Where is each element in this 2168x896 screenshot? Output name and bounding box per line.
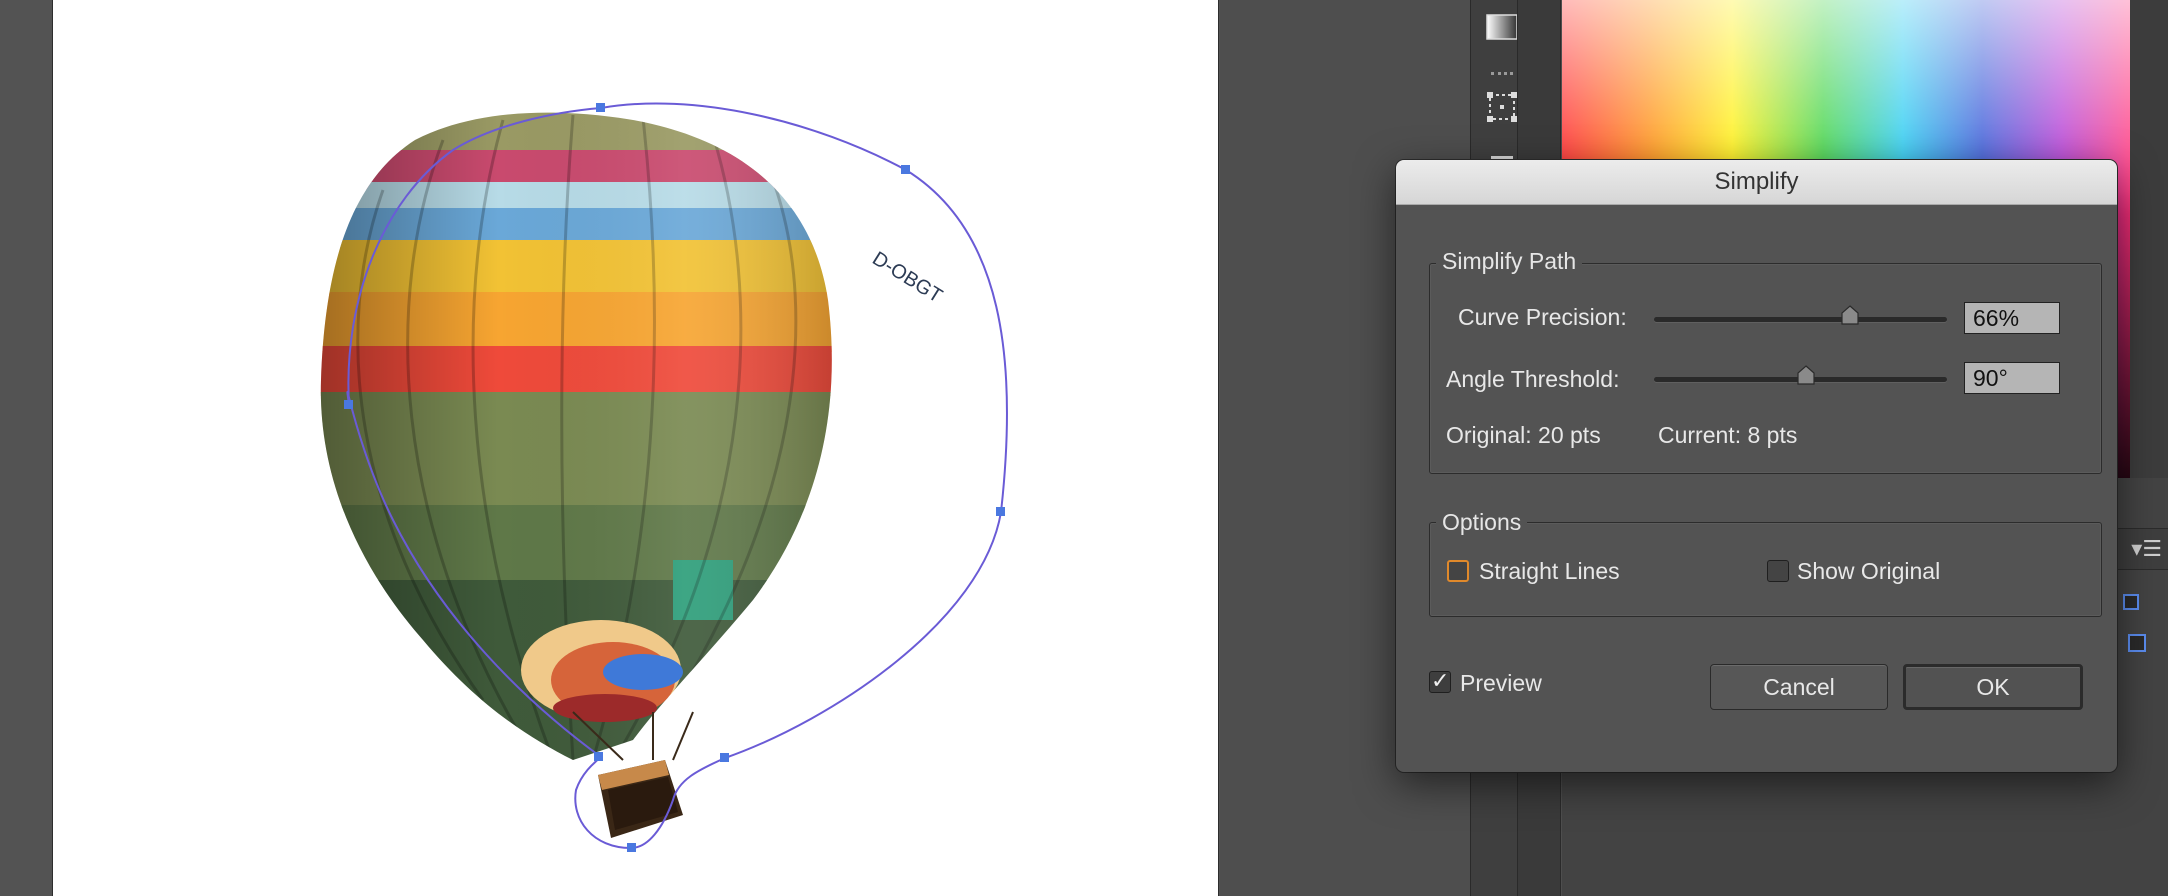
preview-label[interactable]: Preview	[1460, 670, 1542, 697]
spectrum-side-bar	[2130, 0, 2168, 478]
balloon-registration-text: D-OBGT	[868, 248, 946, 308]
gradient-icon	[1485, 13, 1519, 46]
simplify-path-group-label: Simplify Path	[1436, 248, 1583, 275]
original-points-text: Original: 20 pts	[1446, 422, 1601, 448]
dialog-title[interactable]: Simplify	[1396, 160, 2117, 205]
curve-precision-slider-thumb[interactable]	[1841, 305, 1859, 325]
angle-threshold-value[interactable]: 90°	[1964, 362, 2060, 394]
cancel-button[interactable]: Cancel	[1710, 664, 1888, 710]
transform-icon	[1485, 90, 1519, 129]
straight-lines-checkbox[interactable]	[1447, 560, 1469, 582]
artboard[interactable]: D-OBGT	[52, 0, 1219, 896]
layer-target-icon[interactable]	[2123, 594, 2139, 610]
simplify-dialog: Simplify Simplify Path Curve Precision: …	[1396, 160, 2117, 772]
hamburger-menu-icon[interactable]: ▾☰	[2131, 536, 2162, 562]
checkmark-icon: ✓	[1431, 668, 1450, 693]
ok-button-label: OK	[1976, 673, 2010, 700]
ok-button[interactable]: OK	[1903, 664, 2083, 710]
curve-precision-label: Curve Precision:	[1458, 304, 1627, 330]
curve-precision-value[interactable]: 66%	[1964, 302, 2060, 334]
cancel-button-label: Cancel	[1763, 673, 1835, 700]
straight-lines-label[interactable]: Straight Lines	[1479, 558, 1620, 585]
show-original-label[interactable]: Show Original	[1797, 558, 1940, 585]
panel-grip[interactable]	[1491, 72, 1513, 79]
show-original-checkbox[interactable]	[1767, 560, 1789, 582]
artwork-canvas[interactable]: D-OBGT	[53, 0, 1218, 896]
curve-precision-slider[interactable]	[1654, 317, 1947, 322]
angle-threshold-label: Angle Threshold:	[1446, 366, 1620, 392]
current-points-text: Current: 8 pts	[1658, 422, 1798, 448]
options-group-label: Options	[1436, 509, 1528, 536]
preview-checkbox[interactable]: ✓	[1429, 668, 1451, 693]
angle-threshold-slider-thumb[interactable]	[1797, 365, 1815, 385]
layer-selection-icon[interactable]	[2128, 634, 2146, 652]
dialog-title-text: Simplify	[1714, 168, 1799, 195]
